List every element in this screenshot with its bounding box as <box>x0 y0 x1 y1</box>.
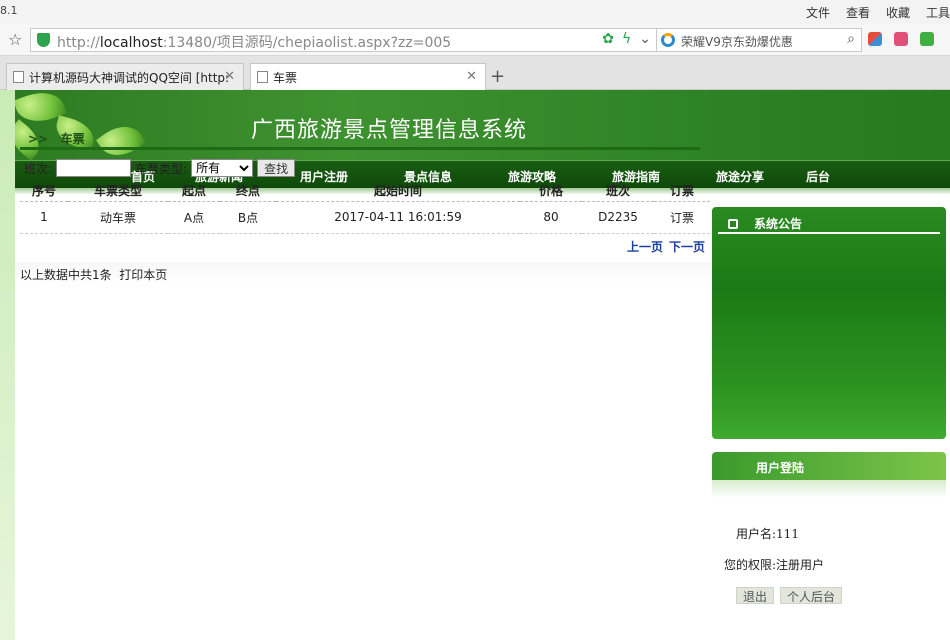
cell-price: 80 <box>520 201 582 234</box>
notice-title: 系统公告 <box>754 217 803 231</box>
col-price: 价格 <box>520 180 582 202</box>
cell-destination: B点 <box>220 201 276 234</box>
breadcrumb-label: 车票 <box>60 132 85 146</box>
col-train-no: 班次 <box>582 180 654 202</box>
banci-input[interactable] <box>56 159 132 177</box>
chevron-double-right-icon: >> <box>28 132 49 146</box>
nav-travel-share[interactable]: 旅途分享 <box>716 168 764 185</box>
chevron-down-icon[interactable]: ⌄ <box>639 31 651 47</box>
star-icon[interactable]: ☆ <box>8 30 22 49</box>
book-link[interactable]: 订票 <box>654 201 710 234</box>
refresh-icon[interactable]: ✿ <box>602 31 614 47</box>
url-text[interactable]: http://localhost:13480/项目源码/chepiaolist.… <box>57 32 451 52</box>
ticket-type-select[interactable]: 所有 <box>191 159 254 177</box>
lightning-icon[interactable]: ϟ <box>622 31 631 47</box>
section-divider <box>20 147 700 150</box>
page-icon <box>257 71 268 83</box>
record-count: 以上数据中共1条 <box>20 268 112 282</box>
search-icon[interactable]: ⌕ <box>847 31 855 47</box>
table-row: 1 动车票 A点 B点 2017-04-11 16:01:59 80 D2235… <box>20 201 710 234</box>
left-edge-decoration <box>0 90 15 640</box>
close-icon[interactable]: ✕ <box>224 69 235 84</box>
pagination: 上一页 下一页 <box>627 238 705 255</box>
login-header: 用户登陆 <box>712 452 946 480</box>
cell-index: 1 <box>20 201 68 234</box>
footer-info: 以上数据中共1条 打印本页 <box>20 266 167 283</box>
cell-origin: A点 <box>168 201 220 234</box>
tab-strip: 计算机源码大神调试的QQ空间 [http: ✕ 车票 ✕ + <box>0 56 950 90</box>
leaf-image <box>96 117 146 160</box>
menu-tools[interactable]: 工具 <box>926 4 950 21</box>
notice-divider <box>718 232 940 234</box>
browser-menu: 文件 查看 收藏 工具 <box>806 4 950 21</box>
page-icon <box>13 71 24 83</box>
cell-ticket-type: 动车票 <box>68 201 168 234</box>
login-actions: 退出 个人后台 <box>736 587 843 604</box>
apps-icon[interactable] <box>868 32 882 46</box>
col-origin: 起点 <box>168 180 220 202</box>
login-title: 用户登陆 <box>756 461 805 475</box>
shield-icon <box>37 33 50 47</box>
col-start-time: 起始时间 <box>276 180 520 202</box>
cell-start-time: 2017-04-11 16:01:59 <box>276 201 520 234</box>
table-header-row: 序号 车票类型 起点 终点 起始时间 价格 班次 订票 <box>20 180 710 202</box>
search-field[interactable]: 荣耀V9京东劲爆优惠 ⌕ <box>656 28 862 52</box>
logout-button[interactable]: 退出 <box>736 587 775 604</box>
ticket-table: 序号 车票类型 起点 终点 起始时间 价格 班次 订票 1 动车票 A点 B点 … <box>20 180 710 234</box>
ticket-type-label: 车票类型: <box>135 161 188 176</box>
login-shadow <box>712 480 946 498</box>
extension-icon[interactable] <box>920 32 934 46</box>
tab-qq-space[interactable]: 计算机源码大神调试的QQ空间 [http: ✕ <box>6 63 244 90</box>
speaker-icon <box>728 219 738 229</box>
site-title: 广西旅游景点管理信息系统 <box>251 118 528 143</box>
nav-admin[interactable]: 后台 <box>806 168 830 185</box>
personal-admin-button[interactable]: 个人后台 <box>780 587 843 604</box>
search-engine-icon[interactable] <box>661 33 675 47</box>
col-ticket-type: 车票类型 <box>68 180 168 202</box>
mail-icon[interactable] <box>894 32 908 46</box>
cell-train-no: D2235 <box>582 201 654 234</box>
notice-panel: 系统公告 <box>712 207 946 439</box>
browser-menubar: 8.1 文件 查看 收藏 工具 <box>0 0 950 24</box>
prev-page-link[interactable]: 上一页 <box>627 238 663 255</box>
address-bar-row: ☆ http://localhost:13480/项目源码/chepiaolis… <box>0 24 950 56</box>
username-text: 用户名:111 <box>736 527 799 541</box>
browser-version: 8.1 <box>0 4 18 17</box>
url-actions: ✿ ϟ ⌄ <box>602 31 651 47</box>
permission-text: 您的权限:注册用户 <box>724 558 825 572</box>
col-book: 订票 <box>654 180 710 202</box>
tab-tickets[interactable]: 车票 ✕ <box>250 63 486 90</box>
search-button[interactable]: 查找 <box>257 159 296 177</box>
print-page-link[interactable]: 打印本页 <box>119 268 167 282</box>
menu-view[interactable]: 查看 <box>846 4 870 21</box>
col-index: 序号 <box>20 180 68 202</box>
search-suggestion[interactable]: 荣耀V9京东劲爆优惠 <box>681 33 793 50</box>
menu-favorites[interactable]: 收藏 <box>886 4 910 21</box>
notice-header: 系统公告 <box>728 215 802 232</box>
tab-title: 车票 <box>273 71 298 85</box>
banci-label: 班次: <box>24 161 53 176</box>
next-page-link[interactable]: 下一页 <box>669 238 705 255</box>
menu-file[interactable]: 文件 <box>806 4 830 21</box>
breadcrumb: >> 车票 <box>28 130 85 147</box>
tab-title: 计算机源码大神调试的QQ空间 [http: <box>29 71 230 85</box>
search-form: 班次: 车票类型: 所有 查找 <box>24 158 296 178</box>
col-destination: 终点 <box>220 180 276 202</box>
toolbar-icons <box>868 32 934 46</box>
url-field[interactable]: http://localhost:13480/项目源码/chepiaolist.… <box>30 28 658 52</box>
close-icon[interactable]: ✕ <box>466 69 477 84</box>
new-tab-icon[interactable]: + <box>490 66 505 87</box>
